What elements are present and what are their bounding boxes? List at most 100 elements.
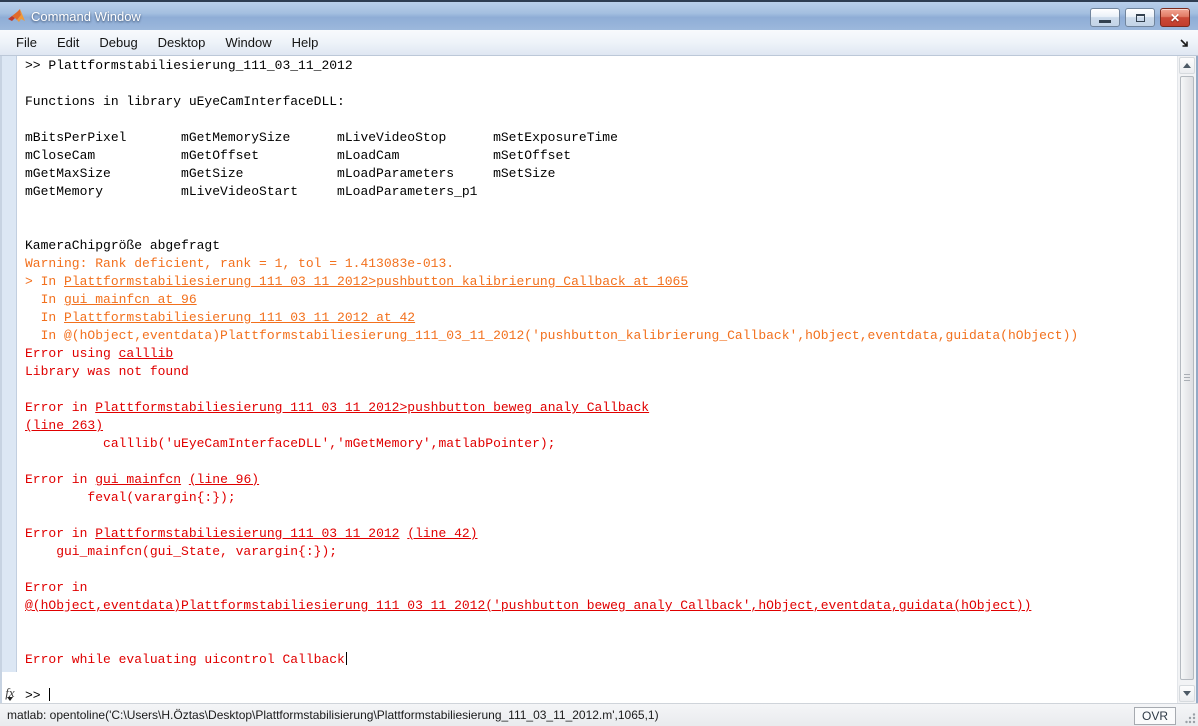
console-line [25, 201, 1177, 219]
console-text: mCloseCam mGetOffset mLoadCam mSetOffset [25, 148, 571, 163]
console-text: Functions in library uEyeCamInterfaceDLL… [25, 94, 345, 109]
console-line: KameraChipgröße abgefragt [25, 237, 1177, 255]
scroll-up-button[interactable] [1179, 57, 1195, 74]
console-line: (line 263) [25, 417, 1177, 435]
status-message: matlab: opentoline('C:\Users\H.Öztas\Des… [7, 708, 659, 722]
dock-icon[interactable] [1177, 36, 1191, 50]
matlab-icon [8, 9, 25, 24]
console-link[interactable]: (line 96) [189, 472, 259, 487]
console-link[interactable]: Plattformstabiliesierung_111_03_11_2012>… [95, 400, 649, 415]
console-link[interactable]: (line 263) [25, 418, 103, 433]
console-text: calllib('uEyeCamInterfaceDLL','mGetMemor… [25, 436, 556, 451]
close-button[interactable]: ✕ [1160, 8, 1190, 27]
console-line: mGetMemory mLiveVideoStart mLoadParamete… [25, 183, 1177, 201]
console-line: Library was not found [25, 363, 1177, 381]
menu-item-file[interactable]: File [6, 31, 47, 54]
console-text: feval(varargin{:}); [25, 490, 236, 505]
console-link[interactable]: Plattformstabiliesierung_111_03_11_2012>… [64, 274, 688, 289]
console-text: Error in [25, 580, 87, 595]
console-line: mCloseCam mGetOffset mLoadCam mSetOffset [25, 147, 1177, 165]
console-line: mGetMaxSize mGetSize mLoadParameters mSe… [25, 165, 1177, 183]
console-text: Error using [25, 346, 119, 361]
scrollbar-thumb[interactable] [1180, 76, 1194, 680]
maximize-icon [1136, 14, 1145, 22]
console-line: Error while evaluating uicontrol Callbac… [25, 651, 1177, 669]
fx-label: fx [5, 685, 14, 700]
console-line: Error in Plattformstabiliesierung_111_03… [25, 399, 1177, 417]
console-line: Error in [25, 579, 1177, 597]
menu-item-help[interactable]: Help [282, 31, 329, 54]
text-caret [346, 652, 347, 665]
console-line [25, 219, 1177, 237]
console-line: mBitsPerPixel mGetMemorySize mLiveVideoS… [25, 129, 1177, 147]
console-text: mGetMaxSize mGetSize mLoadParameters mSe… [25, 166, 556, 181]
console-line: In Plattformstabiliesierung_111_03_11_20… [25, 309, 1177, 327]
console-line: gui_mainfcn(gui_State, varargin{:}); [25, 543, 1177, 561]
console-text: mGetMemory mLiveVideoStart mLoadParamete… [25, 184, 477, 199]
window-title: Command Window [31, 9, 141, 24]
dock-arrow-icon [1179, 38, 1190, 49]
console-line [25, 453, 1177, 471]
console-text: > In [25, 274, 64, 289]
console-line [25, 615, 1177, 633]
command-window: Command Window ✕ FileEditDebugDesktopWin… [0, 0, 1198, 726]
console-text: KameraChipgröße abgefragt [25, 238, 220, 253]
menu-bar: FileEditDebugDesktopWindowHelp [0, 30, 1198, 56]
console-line: In @(hObject,eventdata)Plattformstabilie… [25, 327, 1177, 345]
vertical-scrollbar[interactable] [1177, 56, 1196, 703]
minimize-button[interactable] [1090, 8, 1120, 27]
console-line: In gui_mainfcn at 96 [25, 291, 1177, 309]
console-text: >> [25, 688, 48, 703]
console-text: In @(hObject,eventdata)Plattformstabilie… [25, 328, 1078, 343]
scrollbar-grip-icon [1184, 374, 1190, 382]
console-line: @(hObject,eventdata)Plattformstabiliesie… [25, 597, 1177, 615]
console-output: >> Plattformstabiliesierung_111_03_11_20… [2, 56, 1177, 703]
console-line: Error using calllib [25, 345, 1177, 363]
close-icon: ✕ [1170, 12, 1180, 24]
console-line: Functions in library uEyeCamInterfaceDLL… [25, 93, 1177, 111]
console-line: Error in Plattformstabiliesierung_111_03… [25, 525, 1177, 543]
console-link[interactable]: @(hObject,eventdata)Plattformstabiliesie… [25, 598, 1031, 613]
status-bar: matlab: opentoline('C:\Users\H.Öztas\Des… [0, 703, 1198, 726]
menu-item-edit[interactable]: Edit [47, 31, 89, 54]
maximize-button[interactable] [1125, 8, 1155, 27]
console-line [25, 561, 1177, 579]
console-line [25, 75, 1177, 93]
menu-item-window[interactable]: Window [215, 31, 281, 54]
title-bar: Command Window ✕ [0, 0, 1198, 30]
console-text: Error in [25, 472, 95, 487]
console-line [25, 633, 1177, 651]
arrow-up-icon [1183, 63, 1191, 68]
console-link[interactable]: gui_mainfcn [95, 472, 181, 487]
console-text: Library was not found [25, 364, 189, 379]
console-link[interactable]: Plattformstabiliesierung_111_03_11_2012 … [64, 310, 415, 325]
console-text: Warning: Rank deficient, rank = 1, tol =… [25, 256, 454, 271]
console-link[interactable]: (line 42) [407, 526, 477, 541]
resize-grip[interactable] [1185, 713, 1196, 724]
console-text: Error in [25, 526, 95, 541]
menu-item-desktop[interactable]: Desktop [148, 31, 216, 54]
console-link[interactable]: Plattformstabiliesierung_111_03_11_2012 [95, 526, 399, 541]
arrow-down-icon [1183, 691, 1191, 696]
console-text: In [25, 292, 64, 307]
console-text [181, 472, 189, 487]
scroll-down-button[interactable] [1179, 685, 1195, 702]
console-text: mBitsPerPixel mGetMemorySize mLiveVideoS… [25, 130, 618, 145]
console-area[interactable]: >> Plattformstabiliesierung_111_03_11_20… [0, 56, 1198, 703]
console-link[interactable]: gui_mainfcn at 96 [64, 292, 197, 307]
console-text: In [25, 310, 64, 325]
console-line [25, 381, 1177, 399]
console-text: >> Plattformstabiliesierung_111_03_11_20… [25, 58, 353, 73]
console-link[interactable]: calllib [119, 346, 174, 361]
console-line: Warning: Rank deficient, rank = 1, tol =… [25, 255, 1177, 273]
console-text: gui_mainfcn(gui_State, varargin{:}); [25, 544, 337, 559]
console-line [25, 507, 1177, 525]
console-text: Error while evaluating uicontrol Callbac… [25, 652, 345, 667]
menu-item-debug[interactable]: Debug [89, 31, 147, 54]
minimize-icon [1099, 20, 1111, 23]
text-caret [49, 688, 50, 701]
console-line: feval(varargin{:}); [25, 489, 1177, 507]
console-line [25, 111, 1177, 129]
fx-button[interactable]: fx [3, 686, 17, 703]
console-text: Error in [25, 400, 95, 415]
